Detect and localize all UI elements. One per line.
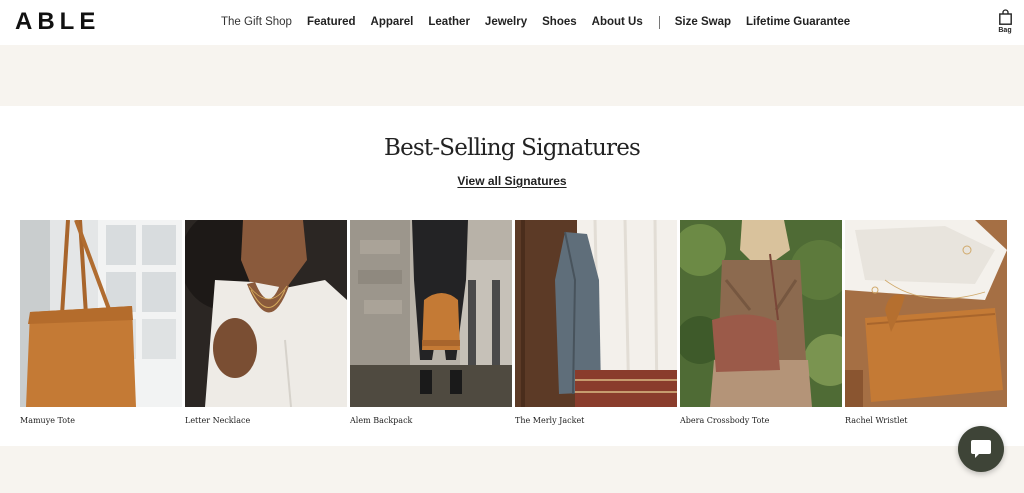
shopping-bag-icon [998, 9, 1012, 25]
nav-divider [658, 15, 660, 29]
product-card[interactable]: The Merly Jacket [515, 220, 677, 434]
product-image-alem-backpack[interactable] [350, 220, 512, 407]
site-header: ABLE The Gift Shop Featured Apparel Leat… [0, 0, 1024, 45]
view-all-signatures-link[interactable]: View all Signatures [457, 174, 566, 188]
product-card[interactable]: Abera Crossbody Tote [680, 220, 842, 434]
view-all-wrapper: View all Signatures [0, 173, 1024, 189]
nav-item-size-swap[interactable]: Size Swap [675, 16, 731, 28]
product-card[interactable]: Mamuye Tote [20, 220, 182, 434]
nav-item-apparel[interactable]: Apparel [371, 16, 414, 28]
product-name[interactable]: Abera Crossbody Tote [680, 416, 842, 426]
product-image-abera-crossbody-tote[interactable] [680, 220, 842, 407]
product-image-mamuye-tote[interactable] [20, 220, 182, 407]
product-card[interactable]: Alem Backpack [350, 220, 512, 434]
nav-item-shoes[interactable]: Shoes [542, 16, 577, 28]
able-logo[interactable]: ABLE [15, 10, 100, 34]
nav-item-jewelry[interactable]: Jewelry [485, 16, 527, 28]
product-name[interactable]: Rachel Wristlet [845, 416, 1007, 426]
nav-item-gift-shop[interactable]: The Gift Shop [221, 16, 292, 28]
product-card[interactable]: Rachel Wristlet [845, 220, 1007, 434]
nav-item-lifetime-guarantee[interactable]: Lifetime Guarantee [746, 16, 850, 28]
footer-band [0, 446, 1024, 493]
product-image-rachel-wristlet[interactable] [845, 220, 1007, 407]
product-card[interactable]: Letter Necklace [185, 220, 347, 434]
product-image-merly-jacket[interactable] [515, 220, 677, 407]
nav-item-about-us[interactable]: About Us [592, 16, 643, 28]
nav-item-leather[interactable]: Leather [428, 16, 470, 28]
chat-button[interactable] [958, 426, 1004, 472]
nav-item-featured[interactable]: Featured [307, 16, 356, 28]
product-name[interactable]: Letter Necklace [185, 416, 347, 426]
bag-label: Bag [998, 27, 1012, 34]
product-name[interactable]: The Merly Jacket [515, 416, 677, 426]
chat-bubble-icon [971, 440, 991, 458]
promo-band [0, 45, 1024, 106]
product-image-letter-necklace[interactable] [185, 220, 347, 407]
bag-button[interactable]: Bag [996, 9, 1014, 34]
main-nav: The Gift Shop Featured Apparel Leather J… [221, 14, 865, 30]
product-grid: Mamuye Tote Letter Necklace Alem Backpac… [20, 220, 1007, 434]
product-name[interactable]: Alem Backpack [350, 416, 512, 426]
section-title: Best-Selling Signatures [383, 135, 641, 161]
product-name[interactable]: Mamuye Tote [20, 416, 182, 426]
